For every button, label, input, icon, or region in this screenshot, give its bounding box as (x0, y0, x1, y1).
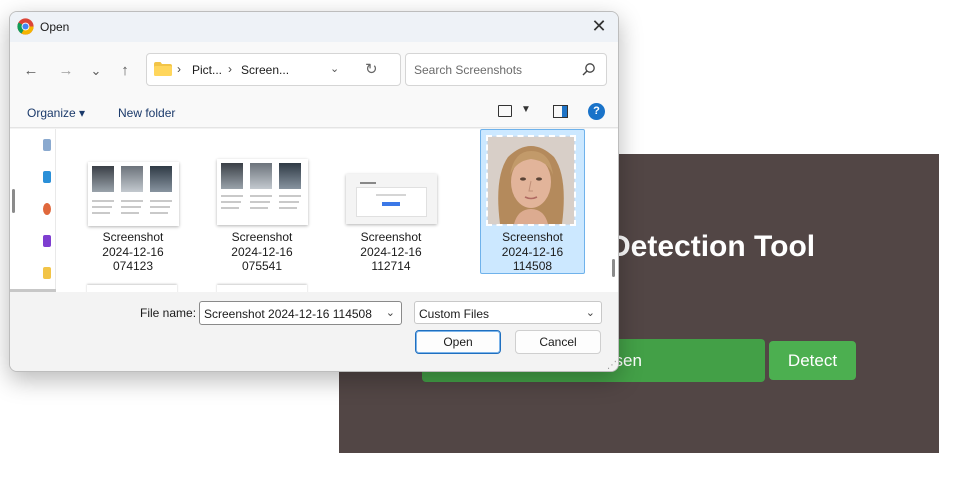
breadcrumb-separator-icon: › (228, 62, 232, 76)
app-title: Detection Tool (609, 230, 816, 263)
detect-button[interactable]: Detect (769, 341, 856, 380)
file-name-label: Screenshot 2024-12-16 074123 (102, 230, 164, 273)
breadcrumb-pictures[interactable]: Pict... (192, 63, 222, 77)
file-item[interactable]: Screenshot 2024-12-16 112714 (338, 130, 444, 274)
command-bar: Organize ▾ New folder ▼ ? (10, 98, 618, 128)
new-folder-button[interactable]: New folder (118, 106, 175, 120)
file-name-dropdown-chevron-icon[interactable]: ⌄ (386, 306, 395, 319)
nav-item-icon[interactable] (43, 171, 51, 183)
up-arrow-icon[interactable]: ↑ (115, 61, 135, 81)
file-browser: Screenshot 2024-12-16 074123 Screenshot … (10, 129, 618, 292)
file-name-label: Screenshot 2024-12-16 112714 (360, 230, 422, 273)
recent-locations-chevron-icon[interactable]: ⌄ (86, 61, 106, 81)
resize-grip-icon[interactable]: ⋰ (607, 360, 617, 371)
file-thumbnail-partial[interactable] (217, 285, 307, 292)
forward-arrow-icon[interactable]: → (56, 61, 76, 81)
open-dialog: Open ✕ ← → ⌄ ↑ › Pict... › Screen... ⌄ ↻ (9, 11, 619, 372)
search-icon[interactable] (582, 62, 596, 76)
address-bar[interactable]: › Pict... › Screen... ⌄ ↻ (146, 53, 401, 86)
file-item[interactable]: Screenshot 2024-12-16 074123 (80, 130, 186, 274)
file-list: Screenshot 2024-12-16 074123 Screenshot … (65, 129, 600, 292)
file-item-selected[interactable]: Screenshot 2024-12-16 114508 (480, 129, 585, 274)
organize-menu[interactable]: Organize ▾ (27, 106, 85, 120)
navigation-pane[interactable] (10, 129, 56, 292)
face-photo-image (488, 137, 574, 224)
folder-icon (154, 62, 172, 76)
file-list-scrollbar[interactable] (608, 129, 618, 292)
dialog-titlebar[interactable]: Open ✕ (10, 12, 618, 42)
file-name-value[interactable]: Screenshot 2024-12-16 114508 (204, 307, 372, 321)
search-input[interactable] (406, 54, 576, 85)
file-name-label: File name: (140, 306, 197, 320)
file-name-label: Screenshot 2024-12-16 075541 (231, 230, 293, 273)
nav-item-icon[interactable] (43, 139, 51, 151)
dialog-title: Open (40, 20, 70, 34)
back-arrow-icon[interactable]: ← (21, 61, 41, 81)
nav-item-icon[interactable] (43, 203, 51, 215)
file-name-combobox[interactable]: Screenshot 2024-12-16 114508 ⌄ (199, 301, 402, 325)
chrome-icon (17, 18, 34, 35)
file-thumbnail-partial[interactable] (87, 285, 177, 292)
face-photo-thumbnail (486, 135, 576, 226)
view-dropdown-caret-icon[interactable]: ▼ (521, 104, 531, 115)
help-icon[interactable]: ? (588, 103, 605, 120)
scrollbar-thumb[interactable] (612, 259, 615, 277)
open-button[interactable]: Open (415, 330, 501, 354)
nav-item-icon[interactable] (43, 267, 51, 279)
file-thumbnail (88, 162, 179, 226)
file-type-value: Custom Files (419, 307, 490, 321)
breadcrumb-separator-icon: › (177, 62, 181, 76)
file-type-select[interactable]: Custom Files ⌄ (414, 301, 602, 324)
breadcrumb-screenshots[interactable]: Screen... (241, 63, 289, 77)
refresh-icon[interactable]: ↻ (365, 60, 378, 78)
nav-pane-scrollbar[interactable] (12, 189, 15, 213)
dialog-footer: File name: Screenshot 2024-12-16 114508 … (10, 292, 618, 371)
navigation-bar: ← → ⌄ ↑ › Pict... › Screen... ⌄ ↻ (10, 42, 618, 98)
file-name-label: Screenshot 2024-12-16 114508 (501, 230, 564, 273)
close-icon[interactable]: ✕ (588, 15, 610, 37)
file-type-chevron-icon[interactable]: ⌄ (586, 306, 595, 319)
search-box (405, 53, 607, 86)
address-history-chevron-icon[interactable]: ⌄ (330, 62, 339, 75)
file-item[interactable]: Screenshot 2024-12-16 075541 (209, 130, 315, 274)
view-mode-icon[interactable] (498, 105, 512, 117)
preview-pane-icon[interactable] (553, 105, 568, 118)
file-thumbnail (346, 174, 437, 224)
cancel-button[interactable]: Cancel (515, 330, 601, 354)
file-thumbnail (217, 159, 308, 225)
nav-item-icon[interactable] (43, 235, 51, 247)
